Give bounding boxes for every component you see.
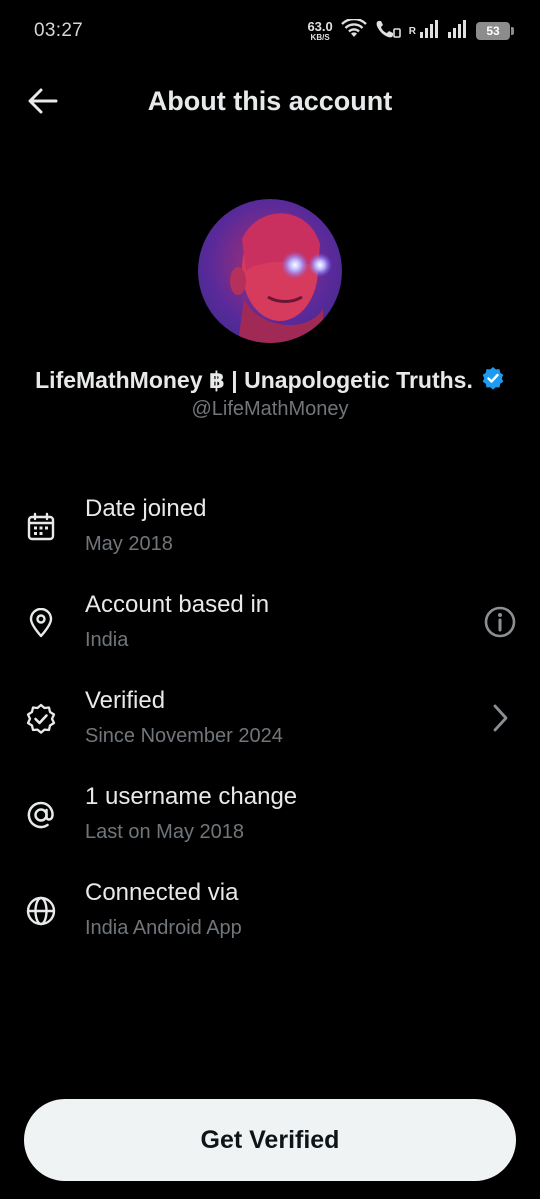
chevron-right-icon[interactable] (480, 698, 520, 738)
info-row-subtitle: India Android App (85, 917, 242, 939)
battery-level: 53 (486, 24, 500, 38)
page-title: About this account (147, 86, 393, 116)
avatar[interactable] (198, 199, 342, 343)
info-row-account-based-in: Account based in India (0, 588, 540, 684)
info-row-title: Verified (85, 687, 166, 714)
verified-badge-icon (24, 702, 58, 736)
info-row-username-change: 1 username change Last on May 2018 (0, 780, 540, 876)
status-time: 03:27 (34, 20, 84, 41)
calendar-icon (24, 510, 58, 544)
info-row-title: Connected via (85, 879, 239, 906)
info-row-subtitle: India (85, 629, 129, 651)
status-icons: 63.0 KB/S R 53 (307, 17, 514, 44)
display-name-row: LifeMathMoney ฿ | Unapologetic Truths. (0, 366, 540, 395)
verified-checkmark-icon (481, 366, 505, 395)
header: About this account (0, 70, 540, 136)
info-row-connected-via: Connected via India Android App (0, 876, 540, 972)
info-row-title: Account based in (85, 591, 270, 618)
wifi-calling-icon (375, 19, 401, 44)
account-info-list: Date joined May 2018 Account based in In… (0, 492, 540, 972)
globe-icon (24, 894, 58, 928)
handle: @LifeMathMoney (191, 398, 349, 420)
roaming-indicator: R (408, 25, 416, 37)
signal-icon-sim2 (448, 19, 468, 43)
at-sign-icon (24, 798, 58, 832)
network-speed-unit: KB/S (310, 33, 330, 42)
info-row-title: 1 username change (85, 783, 298, 810)
info-row-verified[interactable]: Verified Since November 2024 (0, 684, 540, 780)
network-speed-value: 63.0 (307, 19, 333, 34)
wifi-icon (340, 17, 367, 44)
signal-icon-sim1 (420, 19, 440, 43)
display-name: LifeMathMoney ฿ | Unapologetic Truths. (35, 367, 473, 393)
info-row-subtitle: Last on May 2018 (85, 821, 244, 843)
info-row-subtitle: May 2018 (85, 533, 173, 555)
info-row-subtitle: Since November 2024 (85, 725, 283, 747)
status-bar: 03:27 63.0 KB/S R 53 (0, 0, 540, 62)
info-row-date-joined: Date joined May 2018 (0, 492, 540, 588)
info-row-title: Date joined (85, 495, 207, 522)
info-icon[interactable] (480, 602, 520, 642)
battery-icon: 53 (476, 22, 514, 40)
location-pin-icon (24, 606, 58, 640)
network-speed: 63.0 KB/S (307, 20, 332, 42)
get-verified-button[interactable]: Get Verified (24, 1099, 516, 1181)
